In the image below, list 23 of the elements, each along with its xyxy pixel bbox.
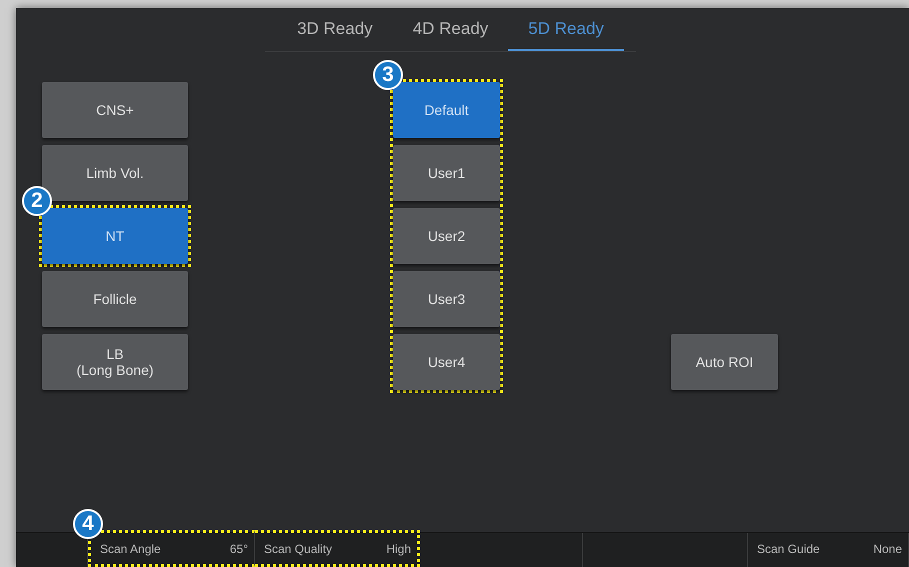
preset-button[interactable]: Default xyxy=(393,82,500,138)
preset-button[interactable]: Limb Vol. xyxy=(42,144,188,200)
callout-badge: 4 xyxy=(73,508,103,538)
status-label: Scan Guide xyxy=(757,541,820,558)
preset-button[interactable]: User1 xyxy=(393,144,500,200)
preset-button[interactable]: User3 xyxy=(393,270,500,326)
status-label: Scan Quality xyxy=(264,541,332,558)
callout-badge: 2 xyxy=(22,186,52,216)
preset-button[interactable]: User2 xyxy=(393,208,500,264)
tab[interactable]: 5D Ready xyxy=(508,8,624,50)
preset-button[interactable]: Follicle xyxy=(42,270,188,326)
tab[interactable]: 4D Ready xyxy=(392,8,508,50)
callout-badge: 3 xyxy=(373,60,403,90)
preset-button[interactable]: User4 xyxy=(393,334,500,390)
status-value: High xyxy=(386,541,411,558)
preset-button[interactable]: LB (Long Bone) xyxy=(42,334,188,390)
tab[interactable]: 3D Ready xyxy=(277,8,393,50)
status-value: 65° xyxy=(230,541,248,558)
status-label: Scan Angle xyxy=(100,541,161,558)
preset-button[interactable]: CNS+ xyxy=(42,82,188,138)
status-value: None xyxy=(873,541,902,558)
auto-roi-button[interactable]: Auto ROI xyxy=(671,334,778,390)
preset-button[interactable]: NT xyxy=(42,208,188,264)
